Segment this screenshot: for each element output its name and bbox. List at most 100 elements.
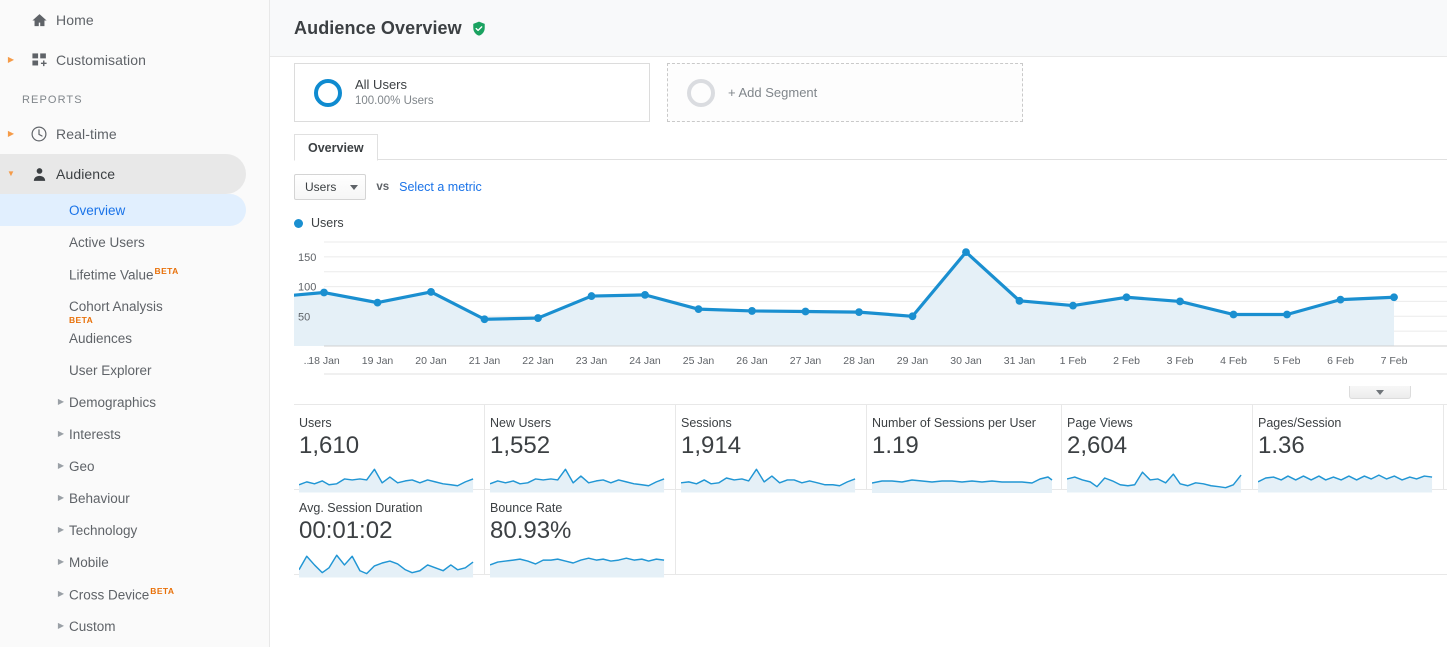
- sidebar-item-customisation[interactable]: ▶ Customisation: [0, 40, 269, 80]
- sidebar-item-geo[interactable]: ▶Geo: [0, 450, 269, 482]
- sidebar-item-cross-device[interactable]: ▶Cross DeviceBETA: [0, 578, 269, 610]
- sparkline-fill: [872, 477, 1052, 493]
- chart-point: [962, 248, 970, 256]
- chevron-right-icon[interactable]: ▶: [0, 130, 22, 138]
- sidebar-item-home[interactable]: Home: [0, 0, 269, 40]
- metric-card-value: 1,610: [299, 431, 472, 461]
- sidebar-item-technology[interactable]: ▶Technology: [0, 514, 269, 546]
- metric-card-sparkline: [1258, 463, 1434, 493]
- chevron-right-icon[interactable]: ▶: [0, 430, 69, 438]
- sidebar-item-lifetime-value[interactable]: Lifetime ValueBETA: [0, 258, 269, 290]
- metric-cards-area: Users1,610New Users1,552Sessions1,914Num…: [294, 404, 1447, 575]
- chevron-right-icon[interactable]: ▶: [0, 622, 69, 630]
- sidebar-item-text: Cross Device: [69, 587, 149, 602]
- sidebar-item-active-users[interactable]: Active Users: [0, 226, 269, 258]
- sidebar-item-label: Active Users: [69, 235, 145, 250]
- chevron-right-icon[interactable]: ▶: [0, 398, 69, 406]
- tab-strip: Overview: [294, 134, 1447, 160]
- chart-point: [641, 291, 649, 299]
- chevron-right-icon[interactable]: ▶: [0, 558, 69, 566]
- sidebar-item-cohort-analysis[interactable]: Cohort AnalysisBETA: [0, 290, 269, 322]
- sidebar-section-reports: REPORTS: [0, 80, 269, 114]
- chevron-down-icon: [1376, 390, 1384, 395]
- metric-card-title: Users: [299, 416, 472, 430]
- sidebar: Home ▶ Customisation REPORTS ▶: [0, 0, 270, 647]
- tab-overview[interactable]: Overview: [294, 134, 378, 161]
- metric-card-sessions[interactable]: Sessions1,914: [676, 405, 867, 489]
- metric-card-sparkline: [490, 548, 666, 578]
- metric-card-title: Sessions: [681, 416, 854, 430]
- x-axis-tick: 31 Jan: [1004, 355, 1036, 367]
- metric-card-value: 00:01:02: [299, 516, 472, 546]
- home-icon: [22, 12, 56, 29]
- sidebar-item-mobile[interactable]: ▶Mobile: [0, 546, 269, 578]
- users-trend-chart[interactable]: 50100150...18 Jan19 Jan20 Jan21 Jan22 Ja…: [294, 234, 1447, 389]
- sidebar-item-audiences[interactable]: Audiences: [0, 322, 269, 354]
- x-axis-tick: 6 Feb: [1327, 355, 1354, 367]
- chart-point: [909, 312, 917, 320]
- metric-controls: Users vs Select a metric: [294, 174, 1447, 200]
- x-axis-tick: 30 Jan: [950, 355, 982, 367]
- metric-card-title: Bounce Rate: [490, 501, 663, 515]
- person-icon: [22, 166, 56, 183]
- chart-point: [1337, 296, 1345, 304]
- x-axis-tick: 22 Jan: [522, 355, 554, 367]
- chart-point: [320, 289, 328, 297]
- primary-metric-select[interactable]: Users: [294, 174, 366, 200]
- sidebar-item-custom[interactable]: ▶Custom: [0, 610, 269, 642]
- x-axis-tick: 2 Feb: [1113, 355, 1140, 367]
- sidebar-item-real-time[interactable]: ▶ Real-time: [0, 114, 269, 154]
- metric-card-new-users[interactable]: New Users1,552: [485, 405, 676, 489]
- metric-card-value: 1,552: [490, 431, 663, 461]
- sidebar-item-label: Audience: [56, 166, 115, 182]
- chevron-right-icon[interactable]: ▶: [0, 494, 69, 502]
- metric-card-pages-session[interactable]: Pages/Session1.36: [1253, 405, 1444, 489]
- x-axis-tick: 5 Feb: [1274, 355, 1301, 367]
- chevron-right-icon[interactable]: ▶: [0, 462, 69, 470]
- chart-point: [855, 308, 863, 316]
- sidebar-item-demographics[interactable]: ▶Demographics: [0, 386, 269, 418]
- main-content: Audience Overview All Users 100.00% User…: [270, 0, 1447, 647]
- primary-metric-label: Users: [305, 180, 336, 194]
- sidebar-item-label: User Explorer: [69, 363, 152, 378]
- chart-collapse-toggle[interactable]: [1349, 386, 1411, 399]
- chevron-right-icon[interactable]: ▶: [0, 590, 69, 598]
- x-axis-tick: 3 Feb: [1167, 355, 1194, 367]
- x-axis-tick: 25 Jan: [683, 355, 715, 367]
- chart-legend: Users: [294, 216, 1447, 230]
- metric-card-bounce-rate[interactable]: Bounce Rate80.93%: [485, 490, 676, 574]
- chevron-right-icon[interactable]: ▶: [0, 56, 22, 64]
- sidebar-item-behaviour[interactable]: ▶Behaviour: [0, 482, 269, 514]
- metric-card-number-of-sessions-per-user[interactable]: Number of Sessions per User1.19: [867, 405, 1062, 489]
- select-a-metric-link[interactable]: Select a metric: [399, 180, 482, 194]
- metric-card-page-views[interactable]: Page Views2,604: [1062, 405, 1253, 489]
- chart-point: [534, 314, 542, 322]
- legend-label-users: Users: [311, 216, 344, 230]
- y-axis-tick: 150: [298, 252, 316, 264]
- chevron-down-icon[interactable]: ▼: [0, 170, 22, 178]
- chevron-down-icon: [350, 185, 358, 190]
- sidebar-item-text: Cohort Analysis: [69, 299, 163, 314]
- add-segment-button[interactable]: + Add Segment: [667, 63, 1023, 122]
- segment-all-users[interactable]: All Users 100.00% Users: [294, 63, 650, 122]
- chart-point: [1123, 293, 1131, 301]
- metric-card-avg-session-duration[interactable]: Avg. Session Duration00:01:02: [294, 490, 485, 574]
- green-shield-check-icon: [471, 20, 487, 37]
- sidebar-audience-submenu: OverviewActive UsersLifetime ValueBETACo…: [0, 194, 269, 642]
- sidebar-item-interests[interactable]: ▶Interests: [0, 418, 269, 450]
- sidebar-item-user-explorer[interactable]: User Explorer: [0, 354, 269, 386]
- clock-icon: [22, 125, 56, 143]
- metric-card-users[interactable]: Users1,610: [294, 405, 485, 489]
- sidebar-item-overview[interactable]: Overview: [0, 194, 246, 226]
- sidebar-item-audience[interactable]: ▼ Audience: [0, 154, 246, 194]
- x-axis-tick: 28 Jan: [843, 355, 875, 367]
- x-axis-tick: 7 Feb: [1381, 355, 1408, 367]
- metric-card-value: 1.36: [1258, 431, 1431, 461]
- chevron-right-icon[interactable]: ▶: [0, 526, 69, 534]
- x-axis-tick: 29 Jan: [897, 355, 929, 367]
- x-axis-tick: 4 Feb: [1220, 355, 1247, 367]
- chart-point: [481, 315, 489, 323]
- x-axis-tick: 24 Jan: [629, 355, 661, 367]
- sidebar-item-label: Technology: [69, 523, 137, 538]
- segment-ring-placeholder-icon: [687, 79, 715, 107]
